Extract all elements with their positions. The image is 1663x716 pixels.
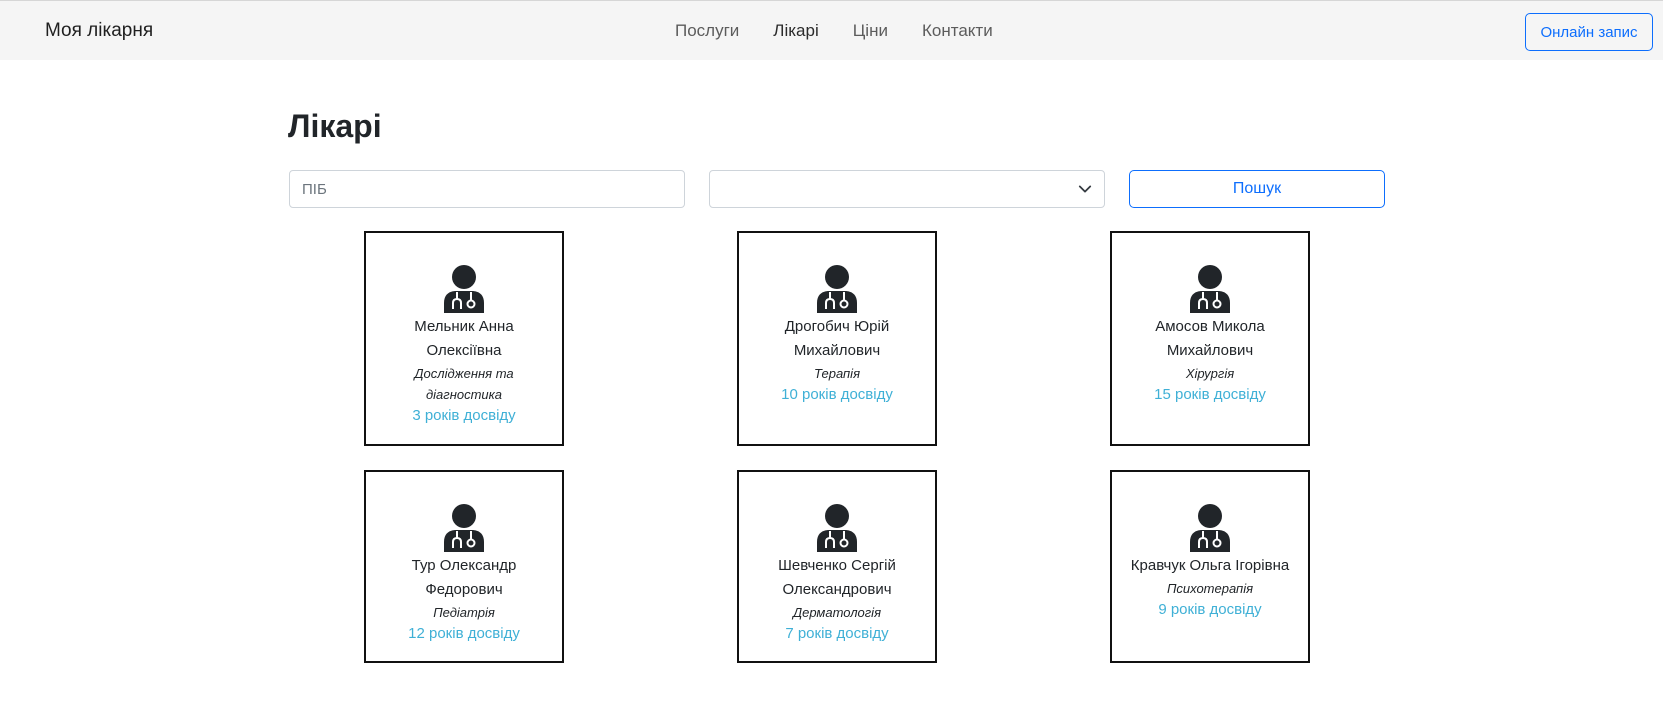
nav-link-services[interactable]: Послуги xyxy=(675,21,739,41)
nav-link-prices[interactable]: Ціни xyxy=(853,21,888,41)
doctor-specialty: Дослідження та діагностика xyxy=(414,366,514,402)
doctor-name: Кравчук Ольга Ігорівна xyxy=(1130,557,1290,574)
doctor-experience: 3 років досвіду xyxy=(412,407,516,424)
doctor-specialty: Хірургія xyxy=(1185,366,1235,381)
doctor-card[interactable]: Амосов Микола Михайлович Хірургія 15 рок… xyxy=(1110,231,1310,446)
user-doctor-icon xyxy=(1190,265,1230,313)
user-doctor-icon xyxy=(817,504,857,552)
doctor-specialty: Дерматологія xyxy=(792,605,882,620)
user-doctor-icon xyxy=(444,504,484,552)
doctor-name: Шевченко Сергій Олександрович xyxy=(778,557,896,598)
doctor-name: Мельник Анна Олексіївна xyxy=(414,318,514,359)
doctor-card[interactable]: Дрогобич Юрій Михайлович Терапія 10 рокі… xyxy=(737,231,937,446)
doctor-specialty: Педіатрія xyxy=(433,605,495,620)
doctor-card[interactable]: Шевченко Сергій Олександрович Дерматолог… xyxy=(737,470,937,663)
search-button[interactable]: Пошук xyxy=(1129,170,1385,208)
online-booking-button[interactable]: Онлайн запис xyxy=(1525,13,1653,51)
doctor-name: Дрогобич Юрій Михайлович xyxy=(784,318,890,359)
main-nav: Послуги Лікарі Ціни Контакти xyxy=(675,21,1027,41)
doctor-experience: 7 років досвіду xyxy=(785,625,889,642)
doctor-name: Амосов Микола Михайлович xyxy=(1155,318,1265,359)
specialty-select[interactable] xyxy=(709,170,1105,208)
chevron-down-icon xyxy=(1078,185,1092,193)
doctor-experience: 12 років досвіду xyxy=(408,625,520,642)
page-title: Лікарі xyxy=(288,108,382,144)
user-doctor-icon xyxy=(1190,504,1230,552)
doctor-specialty: Психотерапія xyxy=(1166,581,1254,596)
doctor-name: Тур Олександр Федорович xyxy=(411,557,517,598)
navbar: Моя лікарня Послуги Лікарі Ціни Контакти… xyxy=(0,0,1663,60)
nav-link-contacts[interactable]: Контакти xyxy=(922,21,993,41)
doctor-card[interactable]: Тур Олександр Федорович Педіатрія 12 рок… xyxy=(364,470,564,663)
doctor-specialty: Терапія xyxy=(813,366,861,381)
nav-link-doctors[interactable]: Лікарі xyxy=(773,21,818,41)
doctor-card[interactable]: Мельник Анна Олексіївна Дослідження та д… xyxy=(364,231,564,446)
name-search-input[interactable] xyxy=(289,170,685,208)
user-doctor-icon xyxy=(444,265,484,313)
doctor-experience: 10 років досвіду xyxy=(781,386,893,403)
doctor-card[interactable]: Кравчук Ольга Ігорівна Психотерапія 9 ро… xyxy=(1110,470,1310,663)
doctor-experience: 9 років досвіду xyxy=(1158,601,1262,618)
brand-link[interactable]: Моя лікарня xyxy=(45,20,153,42)
doctor-experience: 15 років досвіду xyxy=(1154,386,1266,403)
user-doctor-icon xyxy=(817,265,857,313)
